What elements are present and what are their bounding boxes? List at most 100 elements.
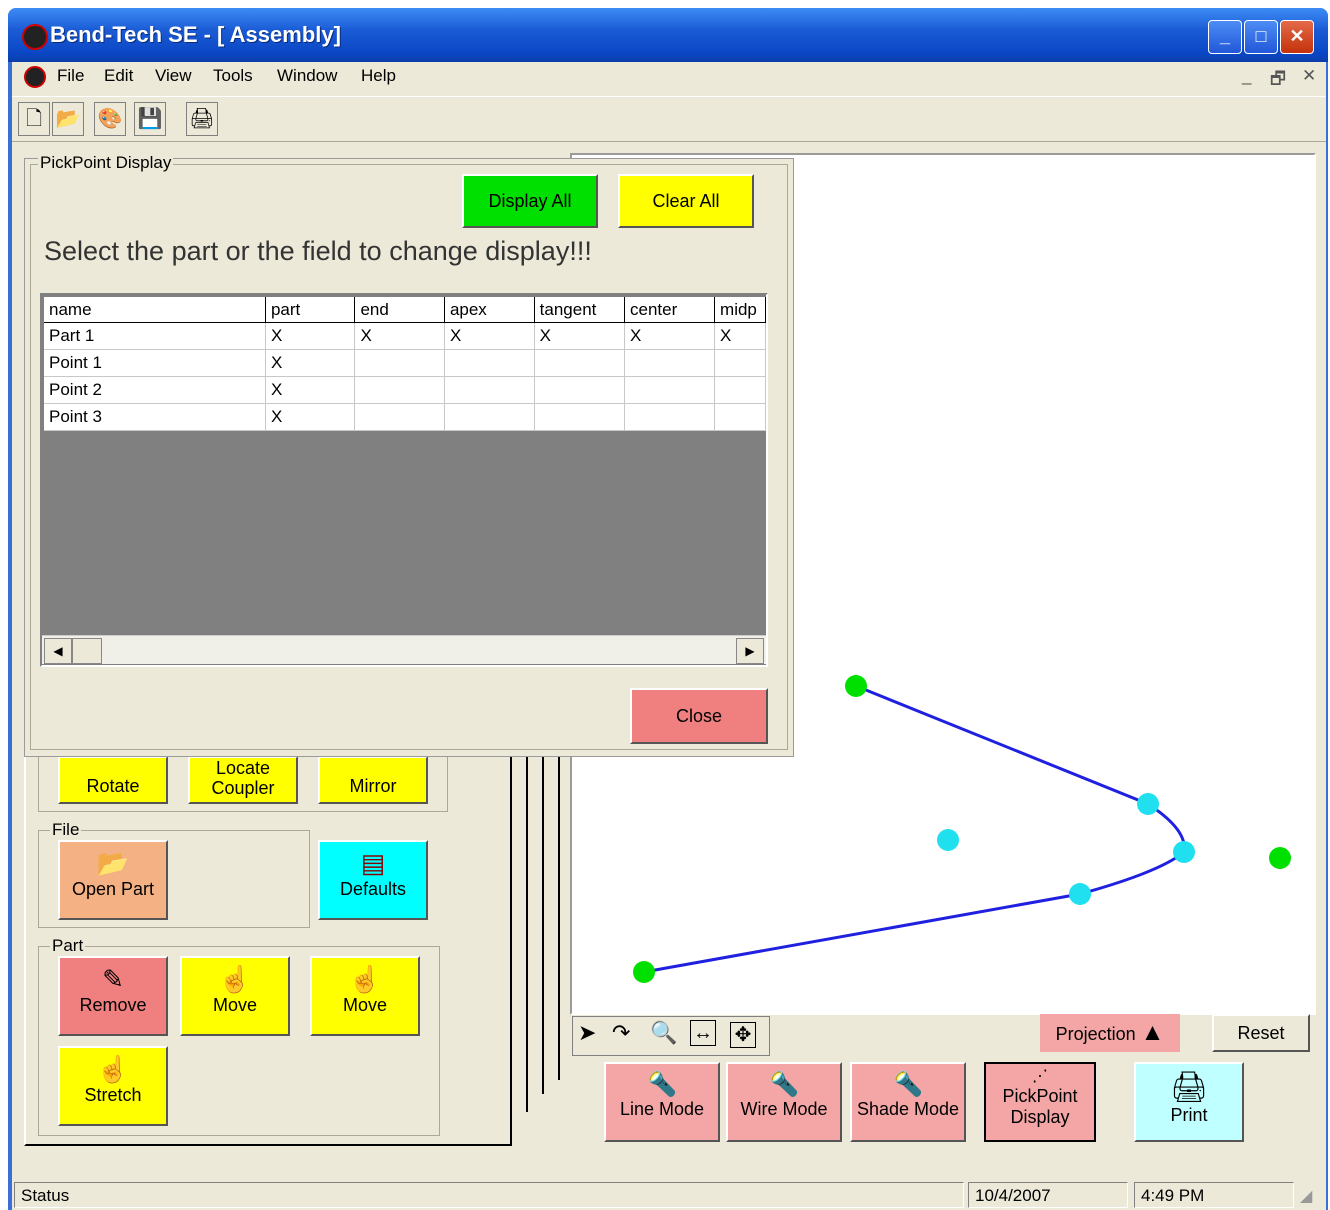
pickpoint-label-1: PickPoint — [1002, 1086, 1078, 1106]
print-button[interactable]: 🖨 Print — [1134, 1062, 1244, 1142]
cell-apex[interactable]: X — [444, 322, 535, 350]
line-mode-button[interactable]: 🔦 Line Mode — [604, 1062, 720, 1142]
cell-end[interactable] — [354, 376, 445, 404]
clear-all-button[interactable]: Clear All — [618, 174, 754, 228]
cell-end[interactable] — [354, 349, 445, 377]
cell-center[interactable] — [624, 376, 716, 404]
col-header-name[interactable]: name — [44, 297, 266, 323]
pickpoint-end-start — [845, 675, 867, 697]
panel-stack-edge — [508, 750, 570, 1130]
cell-midp[interactable] — [714, 403, 766, 431]
triangle-icon: ▲ — [1140, 1019, 1165, 1046]
col-header-end[interactable]: end — [354, 297, 445, 323]
print-label: Print — [1170, 1105, 1208, 1125]
move-hand-icon-2: ☝ — [348, 964, 382, 994]
horizontal-scrollbar[interactable]: ◀ ▶ — [42, 635, 766, 664]
select-arrow-icon[interactable]: ➤ — [578, 1020, 596, 1046]
col-header-tangent[interactable]: tangent — [534, 297, 625, 323]
cell-tangent[interactable] — [534, 376, 625, 404]
open-folder-icon: 📂 — [96, 848, 130, 878]
pickpoint-outer — [1269, 847, 1291, 869]
remove-label: Remove — [79, 995, 147, 1015]
move-label-2: Move — [342, 995, 387, 1015]
defaults-button[interactable]: ▤ Defaults — [318, 840, 428, 920]
cell-tangent[interactable] — [534, 349, 625, 377]
list-icon: ▤ — [360, 848, 386, 878]
pickpoint-apex — [1173, 841, 1195, 863]
table-header-row: name part end apex tangent center midp — [44, 297, 766, 323]
resize-grip-icon[interactable]: ◢ — [1300, 1186, 1312, 1206]
cell-midp[interactable] — [714, 349, 766, 377]
mirror-button[interactable]: Mirror — [318, 756, 428, 804]
cell-midp[interactable]: X — [714, 322, 766, 350]
cell-part[interactable]: X — [265, 376, 356, 404]
table-row[interactable]: Point 1 X — [44, 349, 766, 377]
shade-mode-button[interactable]: 🔦 Shade Mode — [850, 1062, 966, 1142]
part-group-label: Part — [50, 936, 86, 956]
col-header-apex[interactable]: apex — [444, 297, 535, 323]
cell-apex[interactable] — [444, 403, 535, 431]
cell-name[interactable]: Part 1 — [44, 322, 266, 350]
projection-button[interactable]: Projection ▲ — [1040, 1014, 1180, 1052]
pickpoint-display-button[interactable]: ⋰ PickPoint Display — [984, 1062, 1096, 1142]
close-button[interactable]: Close — [630, 688, 768, 744]
table-row[interactable]: Part 1 X X X X X X — [44, 322, 766, 350]
panel-stack-edge-2 — [526, 750, 528, 1112]
table-row[interactable]: Point 2 X — [44, 376, 766, 404]
scroll-right-icon[interactable]: ▶ — [736, 638, 764, 664]
panel-stack-edge-3 — [542, 750, 544, 1094]
col-header-center[interactable]: center — [624, 297, 716, 323]
col-header-part[interactable]: part — [265, 297, 356, 323]
cell-end[interactable] — [354, 403, 445, 431]
cell-name[interactable]: Point 1 — [44, 349, 266, 377]
display-all-button[interactable]: Display All — [462, 174, 598, 228]
scroll-left-icon[interactable]: ◀ — [44, 638, 72, 664]
remove-button[interactable]: ✎ Remove — [58, 956, 168, 1036]
cell-center[interactable] — [624, 403, 716, 431]
fit-width-icon[interactable]: ↔ — [690, 1020, 716, 1046]
status-date: 10/4/2007 — [968, 1182, 1128, 1208]
table-row[interactable]: Point 3 X — [44, 403, 766, 431]
projection-label: Projection — [1055, 1024, 1136, 1044]
status-text: Status — [14, 1182, 964, 1208]
cell-center[interactable]: X — [624, 322, 716, 350]
cell-end[interactable]: X — [354, 322, 445, 350]
stretch-button[interactable]: ☝ Stretch — [58, 1046, 168, 1126]
cell-midp[interactable] — [714, 376, 766, 404]
cell-name[interactable]: Point 3 — [44, 403, 266, 431]
pickpoint-grid[interactable]: name part end apex tangent center midp P… — [40, 293, 768, 667]
rotate-view-icon[interactable]: ↷ — [612, 1020, 630, 1046]
pickpoint-end-finish — [633, 961, 655, 983]
instruction-text: Select the part or the field to change d… — [44, 236, 592, 266]
scroll-thumb[interactable] — [72, 638, 102, 664]
zoom-icon[interactable]: 🔍 — [650, 1020, 677, 1046]
locate-coupler-button[interactable]: Locate Coupler — [188, 756, 298, 804]
move-hand-icon: ☝ — [218, 964, 252, 994]
open-part-button[interactable]: 📂 Open Part — [58, 840, 168, 920]
wire-mode-button[interactable]: 🔦 Wire Mode — [726, 1062, 842, 1142]
reset-button[interactable]: Reset — [1212, 1014, 1310, 1052]
col-header-midp[interactable]: midp — [714, 297, 766, 323]
pickpoint-tangent-1 — [1137, 793, 1159, 815]
stretch-hand-icon: ☝ — [96, 1054, 130, 1084]
printer-icon: 🖨 — [1169, 1071, 1209, 1104]
move-button-1[interactable]: ☝ Move — [180, 956, 290, 1036]
panel-stack-edge-4 — [558, 750, 560, 1080]
move-label-1: Move — [212, 995, 257, 1015]
pan-icon[interactable]: ✥ — [730, 1022, 756, 1048]
cell-tangent[interactable] — [534, 403, 625, 431]
status-time: 4:49 PM — [1134, 1182, 1294, 1208]
cell-part[interactable]: X — [265, 403, 356, 431]
move-button-2[interactable]: ☝ Move — [310, 956, 420, 1036]
cell-apex[interactable] — [444, 349, 535, 377]
cell-name[interactable]: Point 2 — [44, 376, 266, 404]
locate-label: Locate — [215, 758, 271, 778]
pickpoint-icon: ⋰ — [1032, 1068, 1048, 1085]
cell-center[interactable] — [624, 349, 716, 377]
line-mode-label: Line Mode — [619, 1099, 705, 1119]
cell-part[interactable]: X — [265, 322, 356, 350]
rotate-button[interactable]: Rotate — [58, 756, 168, 804]
cell-tangent[interactable]: X — [534, 322, 625, 350]
cell-apex[interactable] — [444, 376, 535, 404]
cell-part[interactable]: X — [265, 349, 356, 377]
